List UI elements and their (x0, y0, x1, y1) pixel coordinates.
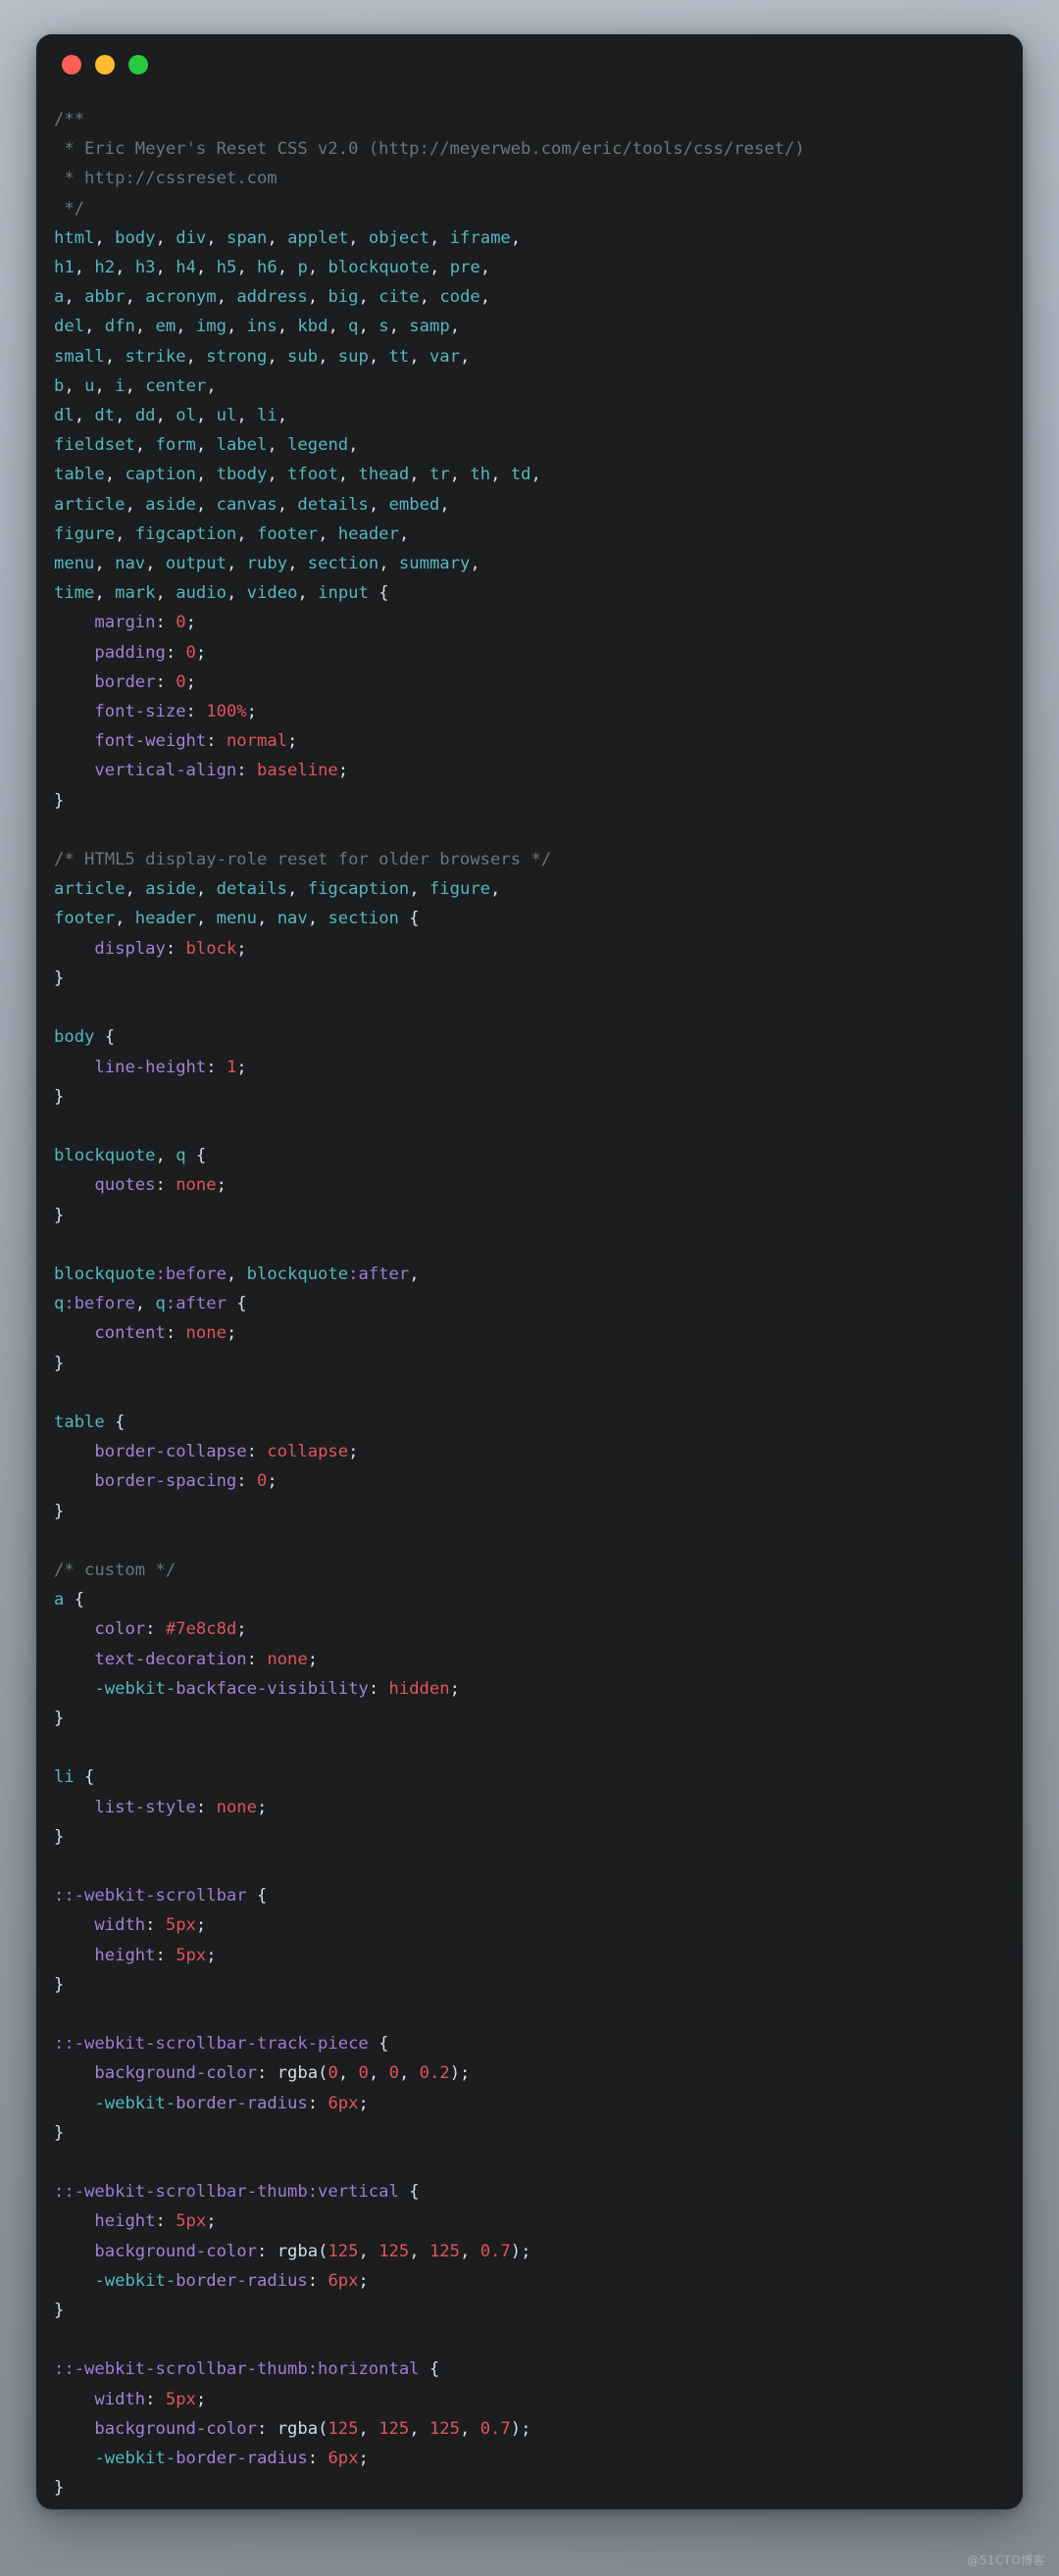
code-window: /** * Eric Meyer's Reset CSS v2.0 (http:… (36, 34, 1023, 2509)
css-source-code: /** * Eric Meyer's Reset CSS v2.0 (http:… (54, 110, 805, 2499)
minimize-button[interactable] (95, 55, 115, 74)
close-button[interactable] (62, 55, 81, 74)
code-editor-area[interactable]: /** * Eric Meyer's Reset CSS v2.0 (http:… (36, 95, 1023, 2509)
watermark: @51CTO博客 (967, 2553, 1045, 2567)
screenshot-root: /** * Eric Meyer's Reset CSS v2.0 (http:… (0, 0, 1059, 2576)
window-titlebar[interactable] (36, 34, 1023, 95)
maximize-button[interactable] (128, 55, 148, 74)
